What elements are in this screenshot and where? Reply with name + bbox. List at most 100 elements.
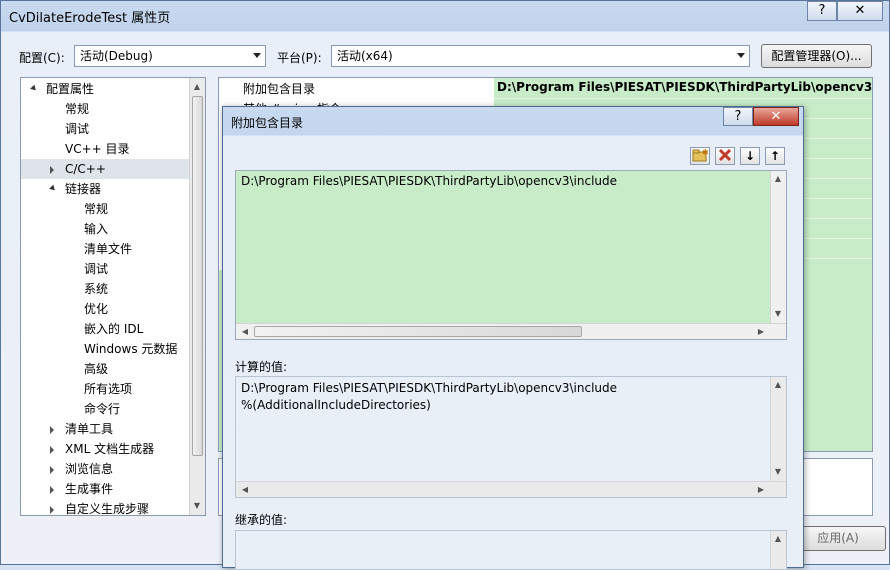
tree-item-label: 优化 (84, 302, 109, 316)
close-icon: ✕ (770, 109, 782, 124)
inherited-vscrollbar[interactable]: ▲ (770, 531, 786, 569)
config-manager-button[interactable]: 配置管理器(O)... (761, 44, 872, 68)
inherited-value-label: 继承的值: (235, 513, 288, 527)
tree-item[interactable]: 输入 (21, 219, 189, 239)
tree-item[interactable]: 系统 (21, 279, 189, 299)
tree-item[interactable]: Windows 元数据 (21, 339, 189, 359)
include-directories-dialog: 附加包含目录 ? ✕ ✱ ↓ ↑ D:\Program Files\PIESAT… (222, 106, 804, 570)
tree-item[interactable]: C/C++ (21, 159, 189, 179)
scroll-up-icon[interactable]: ▲ (771, 380, 785, 389)
tree-item[interactable]: 高级 (21, 359, 189, 379)
scroll-up-icon[interactable]: ▲ (190, 82, 204, 91)
collapsed-triangle-icon[interactable] (50, 506, 54, 514)
dialog-close-button[interactable]: ✕ (753, 107, 799, 126)
move-down-button[interactable]: ↓ (740, 147, 760, 165)
new-line-button[interactable]: ✱ (690, 147, 710, 165)
expanded-triangle-icon[interactable] (49, 184, 57, 193)
tree-item-label: 所有选项 (84, 382, 133, 396)
tree-item[interactable]: 链接器 (21, 179, 189, 199)
tree-item[interactable]: 嵌入的 IDL (21, 319, 189, 339)
evaluated-vscrollbar[interactable]: ▲ ▼ (770, 377, 786, 481)
expanded-triangle-icon[interactable] (30, 84, 38, 93)
svg-text:✱: ✱ (702, 148, 708, 157)
entries-hscrollbar[interactable]: ◀ ▶ (236, 323, 786, 339)
tree-item-label: 命令行 (84, 402, 121, 416)
window-title: CvDilateErodeTest 属性页 (9, 11, 171, 26)
tree-item[interactable]: 命令行 (21, 399, 189, 419)
tree-item-label: 清单文件 (84, 242, 133, 256)
tree-item[interactable]: 常规 (21, 99, 189, 119)
evaluated-line: %(AdditionalIncludeDirectories) (241, 398, 431, 412)
tree-item[interactable]: 配置属性 (21, 79, 189, 99)
tree-item-label: 常规 (65, 102, 90, 116)
scroll-down-icon[interactable]: ▼ (771, 467, 785, 476)
scroll-right-icon[interactable]: ▶ (754, 327, 768, 336)
entries-vscrollbar[interactable]: ▲ ▼ (770, 171, 786, 323)
scroll-down-icon[interactable]: ▼ (190, 501, 204, 510)
delete-line-button[interactable] (715, 147, 735, 165)
dialog-help-button[interactable]: ? (723, 107, 753, 126)
scroll-left-icon[interactable]: ◀ (238, 485, 252, 494)
help-button[interactable]: ? (807, 1, 837, 21)
evaluated-value-box: D:\Program Files\PIESAT\PIESDK\ThirdPart… (235, 376, 787, 498)
move-up-button[interactable]: ↑ (765, 147, 785, 165)
collapsed-triangle-icon[interactable] (50, 446, 54, 454)
close-button[interactable]: ✕ (837, 1, 883, 21)
collapsed-triangle-icon[interactable] (50, 466, 54, 474)
tree-item-label: 调试 (65, 122, 90, 136)
platform-value: 活动(x64) (337, 49, 393, 63)
tree-item[interactable]: 自定义生成步骤 (21, 499, 189, 515)
tree-item[interactable]: 浏览信息 (21, 459, 189, 479)
tree-vscrollbar[interactable]: ▲ ▼ (189, 78, 205, 515)
scroll-thumb[interactable] (254, 326, 582, 337)
tree-item[interactable]: 所有选项 (21, 379, 189, 399)
tree-item-label: C/C++ (65, 162, 106, 176)
tree-item-label: 生成事件 (65, 482, 114, 496)
platform-combo[interactable]: 活动(x64) (331, 45, 750, 67)
scroll-down-icon[interactable]: ▼ (771, 309, 785, 318)
grid-row-value[interactable]: D:\Program Files\PIESAT\PIESDK\ThirdPart… (497, 80, 872, 94)
grid-row-divider (494, 98, 872, 99)
close-icon: ✕ (854, 3, 866, 18)
apply-button[interactable]: 应用(A) (790, 526, 886, 551)
tree-item[interactable]: 清单工具 (21, 419, 189, 439)
scroll-up-icon[interactable]: ▲ (771, 174, 785, 183)
tree-item[interactable]: 优化 (21, 299, 189, 319)
scroll-right-icon[interactable]: ▶ (754, 485, 768, 494)
collapsed-triangle-icon[interactable] (50, 486, 54, 494)
scroll-thumb[interactable] (192, 96, 203, 456)
tree-item[interactable]: 调试 (21, 259, 189, 279)
tree-item[interactable]: 生成事件 (21, 479, 189, 499)
tree-item[interactable]: 常规 (21, 199, 189, 219)
tree-item[interactable]: 清单文件 (21, 239, 189, 259)
grid-row-name[interactable]: 附加包含目录 (243, 80, 315, 97)
tree-item[interactable]: VC++ 目录 (21, 139, 189, 159)
new-folder-icon: ✱ (692, 148, 709, 162)
tree-item-label: 嵌入的 IDL (84, 322, 144, 336)
config-label: 配置(C): (19, 51, 65, 65)
entries-list[interactable]: D:\Program Files\PIESAT\PIESDK\ThirdPart… (235, 170, 787, 340)
config-combo[interactable]: 活动(Debug) (74, 45, 266, 67)
tree-item-label: 链接器 (65, 182, 102, 196)
collapsed-triangle-icon[interactable] (50, 166, 54, 174)
tree-item-label: 调试 (84, 262, 109, 276)
config-value: 活动(Debug) (80, 49, 153, 63)
tree-item[interactable]: XML 文档生成器 (21, 439, 189, 459)
tree-item[interactable]: 调试 (21, 119, 189, 139)
evaluated-value-label: 计算的值: (235, 360, 288, 374)
evaluated-hscrollbar[interactable]: ◀ ▶ (236, 481, 786, 497)
collapsed-triangle-icon[interactable] (50, 426, 54, 434)
scroll-up-icon[interactable]: ▲ (771, 534, 785, 543)
tree-item-label: 清单工具 (65, 422, 114, 436)
dialog-title: 附加包含目录 (231, 116, 304, 130)
tree-item-label: 常规 (84, 202, 109, 216)
platform-label: 平台(P): (277, 51, 322, 65)
chevron-down-icon (253, 53, 261, 58)
help-icon: ? (734, 109, 742, 124)
arrow-up-icon: ↑ (769, 149, 781, 163)
scroll-left-icon[interactable]: ◀ (238, 327, 252, 336)
tree-item-label: 配置属性 (46, 82, 95, 96)
arrow-down-icon: ↓ (744, 149, 756, 163)
list-item[interactable]: D:\Program Files\PIESAT\PIESDK\ThirdPart… (241, 174, 617, 188)
tree-item-label: VC++ 目录 (65, 142, 130, 156)
